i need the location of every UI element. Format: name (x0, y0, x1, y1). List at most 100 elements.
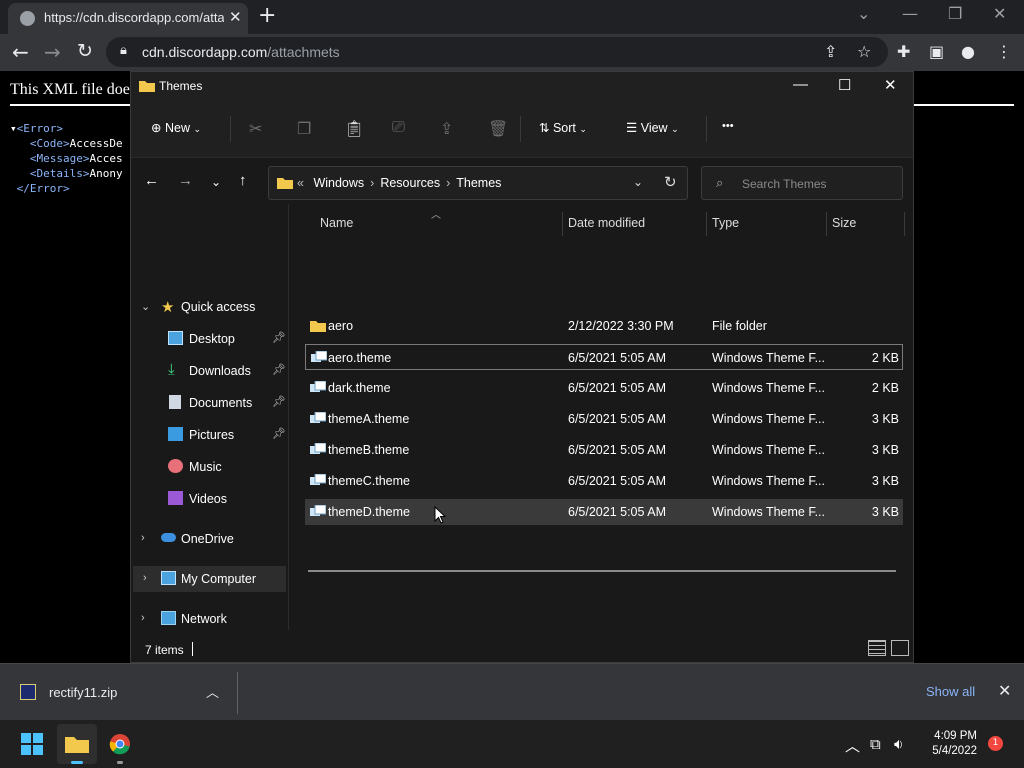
notification-badge[interactable]: 1 (988, 736, 1003, 751)
browser-tab[interactable]: https://cdn.discordapp.com/attac ✕ (8, 3, 248, 34)
file-row[interactable]: themeC.theme 6/5/2021 5:05 AM Windows Th… (305, 468, 903, 494)
chevron-up-icon[interactable]: ︿ (845, 735, 860, 756)
collapse-triangle-icon[interactable]: ▾ (10, 122, 17, 135)
breadcrumb-themes[interactable]: Themes (456, 176, 501, 190)
maximize-icon[interactable]: ☐ (838, 76, 851, 94)
copy-icon[interactable]: ❐ (297, 119, 311, 139)
breadcrumb-overflow[interactable]: « (297, 176, 304, 190)
horizontal-scrollbar[interactable] (308, 570, 896, 572)
close-icon[interactable]: ✕ (884, 76, 897, 94)
share-icon[interactable]: ⇪ (440, 119, 453, 139)
chevron-down-icon[interactable]: ⌄ (633, 175, 643, 189)
view-list-icon: ☰ (626, 121, 638, 135)
large-icons-view-icon[interactable] (891, 640, 909, 656)
bookmark-star-icon[interactable]: ☆ (857, 42, 871, 61)
column-header-date[interactable]: Date modified (568, 216, 645, 230)
forward-arrow-icon[interactable]: → (178, 172, 193, 189)
sidebar-item-documents[interactable]: Documents 📌︎ (131, 390, 287, 416)
back-arrow-icon[interactable]: ← (144, 172, 159, 189)
chevron-down-icon[interactable]: ⌄ (141, 300, 150, 313)
file-row[interactable]: themeB.theme 6/5/2021 5:05 AM Windows Th… (305, 437, 903, 463)
explorer-title-bar[interactable]: Themes — ☐ ✕ (131, 72, 913, 100)
minimize-icon[interactable]: — (793, 76, 808, 93)
sidebar-item-network[interactable]: › Network (131, 606, 287, 632)
windows-start-icon[interactable] (21, 733, 43, 755)
forward-icon[interactable]: → (44, 40, 61, 64)
tab-close-icon[interactable]: ✕ (229, 8, 242, 26)
taskbar-chrome[interactable] (100, 724, 140, 764)
column-divider[interactable] (706, 212, 707, 236)
pin-icon[interactable]: 📌︎ (272, 331, 286, 344)
download-file-name[interactable]: rectify11.zip (49, 685, 117, 700)
address-box[interactable]: « Windows › Resources › Themes ⌄ ↻ (268, 166, 688, 200)
tab-search-icon[interactable]: ⌄ (857, 4, 870, 23)
delete-icon[interactable]: 🗑︎ (488, 119, 508, 139)
extensions-icon[interactable]: ✚ (897, 42, 910, 61)
system-clock[interactable]: 4:09 PM 5/4/2022 (925, 729, 977, 759)
lock-icon[interactable]: 🔒︎ (120, 43, 127, 58)
chevron-right-icon[interactable]: › (141, 532, 145, 544)
profile-icon[interactable]: ● (961, 42, 975, 61)
column-header-name[interactable]: Name (320, 216, 353, 230)
sidebar-item-desktop[interactable]: Desktop 📌︎ (131, 326, 287, 352)
minimize-icon[interactable]: — (902, 4, 918, 23)
sidebar-item-onedrive[interactable]: › OneDrive (131, 526, 287, 552)
breadcrumb-windows[interactable]: Windows (313, 176, 364, 190)
file-row[interactable]: themeD.theme 6/5/2021 5:05 AM Windows Th… (305, 499, 903, 525)
close-icon[interactable]: ✕ (993, 4, 1006, 23)
refresh-icon[interactable]: ↻ (664, 173, 677, 191)
volume-icon[interactable]: 🔉︎ (894, 735, 903, 753)
share-icon[interactable]: ⇪ (824, 42, 837, 61)
xml-header: This XML file doe (10, 81, 130, 98)
new-tab-icon[interactable]: + (258, 3, 276, 28)
sidebar-item-music[interactable]: Music (131, 454, 287, 480)
new-button[interactable]: ⊕ New ⌄ (151, 120, 201, 135)
taskbar-file-explorer[interactable] (57, 724, 97, 764)
column-divider[interactable] (562, 212, 563, 236)
reload-icon[interactable]: ↻ (77, 40, 93, 62)
sidebar-item-my-computer[interactable]: › My Computer (133, 566, 286, 592)
column-header-type[interactable]: Type (712, 216, 739, 230)
folder-icon (310, 321, 326, 332)
sort-button[interactable]: ⇅ Sort ⌄ (539, 120, 587, 135)
breadcrumb-resources[interactable]: Resources (380, 176, 440, 190)
back-icon[interactable]: ← (12, 40, 29, 64)
explorer-nav-bar: ← → ⌄ ↑ « Windows › Resources › Themes ⌄ ↻ ⌕… (131, 158, 913, 204)
rename-icon[interactable]: ⎚ (392, 119, 405, 137)
sidebar-item-pictures[interactable]: Pictures 📌︎ (131, 422, 287, 448)
network-icon[interactable]: ⧉ (870, 735, 881, 753)
up-arrow-icon[interactable]: ↑ (239, 172, 247, 189)
pin-icon[interactable]: 📌︎ (272, 395, 286, 408)
file-row[interactable]: aero 2/12/2022 3:30 PM File folder (305, 313, 903, 339)
column-divider[interactable] (904, 212, 905, 236)
divider (706, 116, 707, 142)
chevron-right-icon[interactable]: › (141, 612, 145, 624)
address-bar[interactable]: 🔒︎ cdn.discordapp.com/attachmets ⇪ ☆ (106, 37, 888, 67)
sidebar-item-downloads[interactable]: ⤓ Downloads 📌︎ (131, 358, 287, 384)
search-box[interactable]: ⌕ Search Themes (701, 166, 903, 200)
chevron-up-icon[interactable]: ︿ (206, 682, 219, 701)
column-header-size[interactable]: Size (832, 216, 856, 230)
chevron-right-icon[interactable]: › (143, 572, 147, 584)
details-view-icon[interactable] (868, 640, 886, 656)
close-icon[interactable]: ✕ (998, 681, 1011, 700)
file-row[interactable]: aero.theme 6/5/2021 5:05 AM Windows Them… (305, 344, 903, 370)
column-divider[interactable] (826, 212, 827, 236)
restore-icon[interactable]: ❐ (948, 4, 962, 23)
paste-icon[interactable]: 📋︎ (344, 119, 364, 139)
more-options-button[interactable]: ••• (722, 120, 734, 132)
sidebar-item-videos[interactable]: Videos (131, 486, 287, 512)
sidebar-item-quick-access[interactable]: ⌄ ★ Quick access (131, 294, 287, 320)
pin-icon[interactable]: 📌︎ (272, 427, 286, 440)
file-row[interactable]: dark.theme 6/5/2021 5:05 AM Windows Them… (305, 375, 903, 401)
menu-icon[interactable]: ⋮ (996, 42, 1012, 61)
cut-icon[interactable]: ✂ (249, 119, 262, 139)
side-panel-icon[interactable]: ▣ (929, 42, 944, 61)
file-row[interactable]: themeA.theme 6/5/2021 5:05 AM Windows Th… (305, 406, 903, 432)
show-all-button[interactable]: Show all (926, 684, 975, 699)
divider (237, 672, 238, 714)
globe-icon (20, 11, 35, 26)
view-button[interactable]: ☰ View ⌄ (626, 120, 679, 135)
pin-icon[interactable]: 📌︎ (272, 363, 286, 376)
recent-locations-icon[interactable]: ⌄ (211, 175, 221, 189)
